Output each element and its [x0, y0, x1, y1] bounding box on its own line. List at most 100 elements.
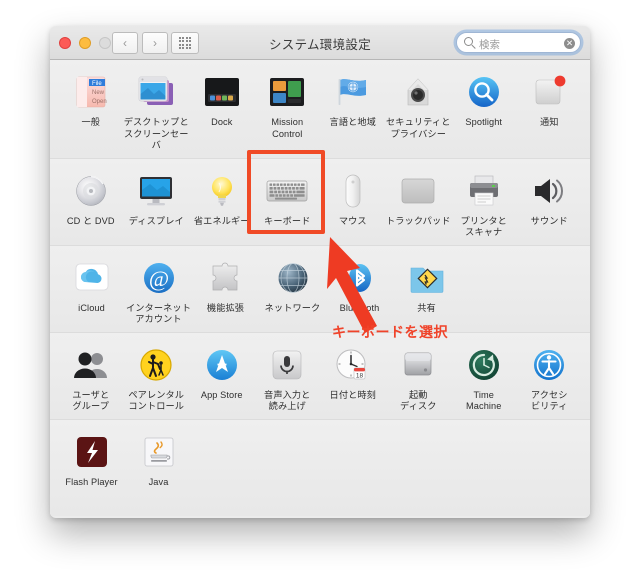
sharing-icon — [406, 257, 448, 299]
mission-control-icon — [266, 71, 308, 113]
preference-row-5: Flash Player Java — [50, 419, 590, 516]
svg-text:Open: Open — [92, 99, 107, 105]
notifications-icon — [528, 71, 570, 113]
trackpad-icon — [397, 170, 439, 212]
svg-text:18: 18 — [356, 372, 364, 379]
preference-row-2: CD と DVD ディスプレイ 省エネルギー キーボード マウス トラックパッド… — [50, 158, 590, 246]
pref-pane-energy-saver[interactable]: 省エネルギー — [189, 168, 255, 239]
java-icon — [138, 431, 180, 473]
pref-pane-parental-controls[interactable]: ペアレンタル コントロール — [124, 342, 190, 413]
startup-disk-icon — [397, 344, 439, 386]
pref-pane-label: デスクトップと スクリーンセーバ — [123, 117, 189, 150]
pref-pane-language-region[interactable]: 言語と地域 — [320, 69, 386, 152]
dock-icon — [201, 71, 243, 113]
pref-pane-label: Bluetooth — [339, 302, 380, 313]
pref-pane-sharing[interactable]: 共有 — [393, 255, 460, 326]
svg-text:File: File — [92, 81, 102, 87]
pref-pane-displays[interactable]: ディスプレイ — [124, 168, 190, 239]
preference-panes-grid: File New Open 一般 デスクトップと スクリーンセーバ Dock M… — [50, 60, 590, 516]
pref-pane-label: ディスプレイ — [128, 215, 184, 226]
security-privacy-icon — [397, 71, 439, 113]
spotlight-icon — [463, 71, 505, 113]
pref-pane-label: ペアレンタル コントロール — [128, 389, 185, 412]
bluetooth-icon — [339, 257, 381, 299]
pref-pane-internet-accounts[interactable]: @ インターネット アカウント — [125, 255, 192, 326]
pref-pane-app-store[interactable]: App Store — [189, 342, 255, 413]
parental-controls-icon — [135, 344, 177, 386]
pref-pane-notifications[interactable]: 通知 — [517, 69, 583, 152]
search-icon — [464, 37, 473, 46]
pref-pane-network[interactable]: ネットワーク — [259, 255, 326, 326]
pref-pane-trackpad[interactable]: トラックパッド — [386, 168, 452, 239]
search-placeholder: 検索 — [479, 39, 500, 51]
pref-pane-security-privacy[interactable]: セキュリティと プライバシー — [386, 69, 452, 152]
pref-pane-label: 言語と地域 — [329, 117, 376, 127]
pref-pane-label: Flash Player — [65, 476, 118, 487]
screenshot-stage: ‹ › システム環境設定 検索 ✕ File New Open 一般 デスクトッ… — [0, 0, 640, 583]
pref-pane-keyboard[interactable]: キーボード — [255, 168, 321, 239]
desktop-screensaver-icon — [135, 71, 177, 113]
pref-pane-sound[interactable]: サウンド — [517, 168, 583, 239]
svg-text:@: @ — [148, 266, 168, 291]
pref-pane-label: App Store — [200, 389, 243, 400]
pref-pane-label: ネットワーク — [264, 302, 321, 313]
pref-pane-general[interactable]: File New Open 一般 — [58, 69, 124, 152]
time-machine-icon — [463, 344, 505, 386]
pref-pane-label: 省エネルギー — [193, 215, 250, 226]
keyboard-icon — [266, 170, 308, 212]
search-container: 検索 ✕ — [456, 32, 581, 53]
pref-pane-java[interactable]: Java — [125, 429, 192, 510]
pref-pane-dock[interactable]: Dock — [189, 69, 255, 152]
pref-pane-time-machine[interactable]: Time Machine — [451, 342, 517, 413]
language-region-icon — [332, 71, 374, 113]
pref-pane-label: Mission Control — [271, 117, 304, 139]
mouse-icon — [332, 170, 374, 212]
pref-pane-label: Dock — [211, 117, 233, 127]
extensions-icon — [205, 257, 247, 299]
pref-pane-bluetooth[interactable]: Bluetooth — [326, 255, 393, 326]
pref-pane-label: インターネット アカウント — [125, 302, 191, 325]
sound-icon — [528, 170, 570, 212]
pref-pane-date-time[interactable]: 18 日付と時刻 — [320, 342, 386, 413]
pref-pane-label: マウス — [338, 215, 367, 226]
pref-pane-mission-control[interactable]: Mission Control — [255, 69, 321, 152]
pref-pane-dictation-speech[interactable]: 音声入力と 読み上げ — [255, 342, 321, 413]
pref-pane-desktop-screensaver[interactable]: デスクトップと スクリーンセーバ — [124, 69, 190, 152]
pref-pane-users-groups[interactable]: ユーザと グループ — [58, 342, 124, 413]
svg-text:New: New — [92, 90, 105, 96]
printers-scanners-icon — [463, 170, 505, 212]
users-groups-icon — [70, 344, 112, 386]
pref-pane-label: プリンタと スキャナ — [460, 215, 507, 238]
pref-pane-label: トラックパッド — [385, 215, 451, 226]
energy-saver-icon — [201, 170, 243, 212]
cd-dvd-icon — [70, 170, 112, 212]
pref-pane-label: Spotlight — [465, 117, 503, 127]
window-titlebar: ‹ › システム環境設定 検索 ✕ — [50, 26, 590, 60]
search-input[interactable]: 検索 ✕ — [456, 32, 581, 53]
pref-pane-spotlight[interactable]: Spotlight — [451, 69, 517, 152]
pref-pane-label: Time Machine — [466, 389, 502, 412]
pref-pane-startup-disk[interactable]: 起動 ディスク — [386, 342, 452, 413]
pref-pane-printers-scanners[interactable]: プリンタと スキャナ — [451, 168, 517, 239]
annotation-text: キーボードを選択 — [332, 324, 448, 340]
pref-pane-label: キーボード — [264, 215, 311, 226]
preference-row-3: iCloud @ インターネット アカウント 機能拡張 ネットワーク Bluet… — [50, 245, 590, 333]
pref-pane-label: Java — [148, 476, 169, 487]
displays-icon — [135, 170, 177, 212]
pref-pane-mouse[interactable]: マウス — [320, 168, 386, 239]
pref-pane-label: 一般 — [81, 117, 101, 127]
clear-search-icon[interactable]: ✕ — [564, 38, 575, 49]
pref-pane-label: CD と DVD — [66, 215, 115, 226]
pref-pane-icloud[interactable]: iCloud — [58, 255, 125, 326]
flash-player-icon — [71, 431, 113, 473]
pref-pane-extensions[interactable]: 機能拡張 — [192, 255, 259, 326]
pref-pane-accessibility[interactable]: アクセシ ビリティ — [517, 342, 583, 413]
general-icon: File New Open — [70, 71, 112, 113]
pref-pane-label: ユーザと グループ — [72, 389, 110, 412]
preference-row-4: ユーザと グループ ペアレンタル コントロール App Store 音声入力と … — [50, 332, 590, 420]
pref-pane-label: 共有 — [417, 302, 436, 313]
pref-pane-label: サウンド — [530, 215, 568, 226]
pref-pane-label: 日付と時刻 — [329, 389, 376, 400]
pref-pane-cd-dvd[interactable]: CD と DVD — [58, 168, 124, 239]
pref-pane-flash-player[interactable]: Flash Player — [58, 429, 125, 510]
